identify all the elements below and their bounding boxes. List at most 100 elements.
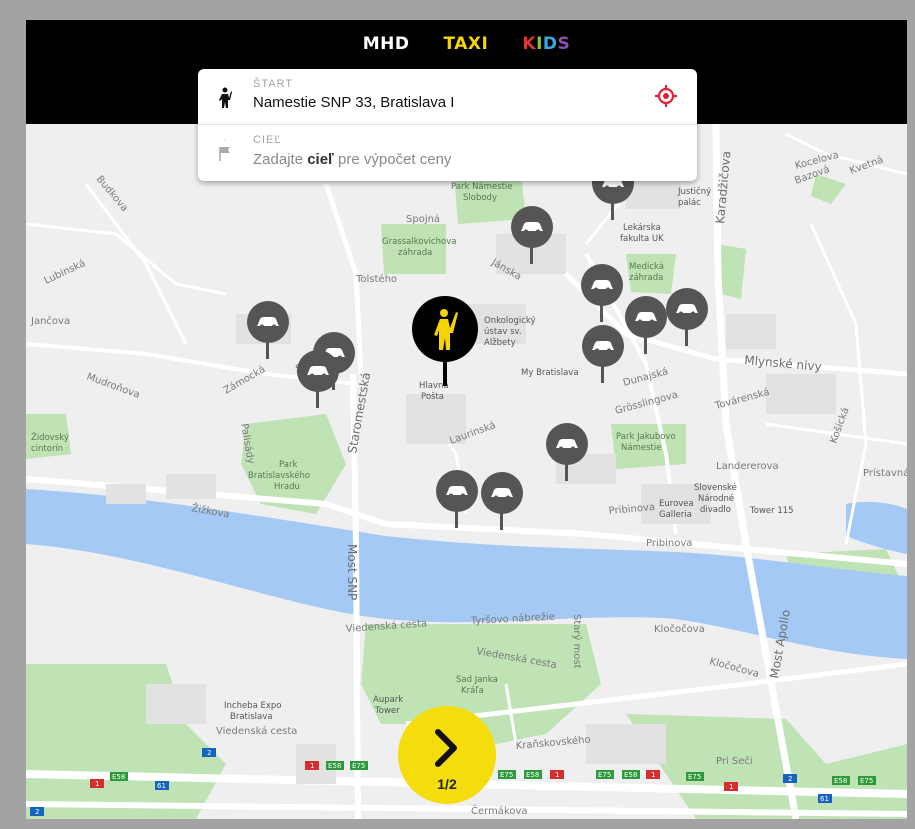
svg-text:2: 2 — [35, 808, 39, 816]
start-label: ŠTART — [253, 78, 294, 90]
taxi-marker-6[interactable] — [581, 264, 623, 322]
svg-text:fakulta UK: fakulta UK — [620, 234, 664, 244]
svg-text:Landererova: Landererova — [716, 461, 779, 472]
svg-text:Čermákova: Čermákova — [471, 804, 528, 817]
app-viewport: Budkova Lubinská Jančova Mudroňova Palis… — [26, 20, 907, 819]
tab-mhd[interactable]: MHD — [363, 34, 410, 54]
placeholder-text: Zadajte — [253, 151, 308, 168]
placeholder-text: pre výpočet ceny — [333, 151, 452, 168]
chevron-right-icon — [435, 729, 457, 767]
svg-text:Park Jakubovo: Park Jakubovo — [616, 432, 676, 442]
svg-text:Pošta: Pošta — [421, 391, 444, 402]
svg-text:1: 1 — [555, 771, 559, 779]
taxi-car-icon — [592, 341, 614, 353]
svg-text:Slobody: Slobody — [463, 193, 497, 203]
svg-text:1: 1 — [95, 780, 99, 788]
destination-placeholder: Zadajte cieľ pre výpočet ceny — [253, 151, 451, 168]
taxi-marker-8[interactable] — [666, 288, 708, 346]
svg-text:2: 2 — [788, 775, 792, 783]
svg-text:Námestie: Námestie — [621, 443, 661, 453]
svg-text:E75: E75 — [860, 777, 873, 785]
svg-text:E75: E75 — [500, 771, 513, 779]
taxi-marker-12[interactable] — [481, 472, 523, 530]
destination-label: CIEĽ — [253, 134, 282, 146]
taxi-car-icon — [676, 304, 698, 316]
svg-text:Incheba Expo: Incheba Expo — [224, 701, 282, 711]
tab-taxi[interactable]: TAXI — [444, 34, 489, 54]
route-card: ŠTART Namestie SNP 33, Bratislava I CIEĽ… — [198, 69, 697, 181]
svg-text:Prístavná: Prístavná — [863, 467, 907, 479]
svg-text:Eurovea: Eurovea — [659, 499, 694, 509]
svg-text:Pribinova: Pribinova — [646, 538, 692, 549]
svg-text:Aupark: Aupark — [373, 695, 403, 705]
start-value: Namestie SNP 33, Bratislava I — [253, 94, 455, 111]
start-field[interactable]: ŠTART Namestie SNP 33, Bratislava I — [198, 69, 697, 125]
taxi-marker-9[interactable] — [582, 325, 624, 383]
taxi-marker-11[interactable] — [436, 470, 478, 528]
kids-letter: D — [542, 34, 558, 54]
tab-kids[interactable]: KIDS — [522, 34, 570, 54]
svg-text:Onkologický: Onkologický — [484, 316, 536, 326]
taxi-car-icon — [446, 486, 468, 498]
page-indicator: 1/2 — [437, 776, 457, 792]
svg-text:Grassalkovichova: Grassalkovichova — [382, 237, 456, 247]
taxi-marker-7[interactable] — [625, 296, 667, 354]
taxi-car-icon — [521, 222, 543, 234]
placeholder-emphasis: cieľ — [307, 151, 334, 168]
svg-text:E75: E75 — [688, 773, 701, 781]
svg-text:Slovenské: Slovenské — [694, 482, 737, 493]
kids-letter: I — [536, 34, 543, 54]
locate-target-icon[interactable] — [653, 83, 679, 109]
svg-text:My Bratislava: My Bratislava — [521, 368, 579, 378]
destination-field[interactable]: CIEĽ Zadajte cieľ pre výpočet ceny — [198, 125, 697, 180]
taxi-marker-10[interactable] — [546, 423, 588, 481]
svg-text:1: 1 — [729, 783, 733, 791]
svg-text:záhrada: záhrada — [629, 273, 663, 283]
mode-switcher: MHD TAXI KIDS — [26, 34, 907, 54]
svg-text:Justičný: Justičný — [677, 186, 711, 197]
kids-letter: S — [557, 34, 571, 54]
taxi-marker-3[interactable] — [297, 350, 339, 408]
svg-text:2: 2 — [207, 749, 211, 757]
svg-text:1: 1 — [310, 762, 314, 770]
svg-text:Viedenská cesta: Viedenská cesta — [216, 725, 297, 737]
svg-text:Pri Seči: Pri Seči — [716, 755, 753, 767]
svg-text:cintorín: cintorín — [31, 444, 63, 454]
svg-text:divadlo: divadlo — [700, 505, 731, 515]
taxi-car-icon — [591, 280, 613, 292]
svg-text:Kráľa: Kráľa — [461, 686, 484, 696]
svg-text:Galleria: Galleria — [659, 510, 692, 520]
svg-text:Jančova: Jančova — [30, 315, 70, 327]
taxi-car-icon — [556, 439, 578, 451]
svg-text:Národné: Národné — [698, 493, 734, 504]
svg-text:61: 61 — [820, 795, 829, 803]
svg-text:Kločočova: Kločočova — [654, 623, 705, 635]
my-location-marker[interactable] — [412, 296, 478, 390]
svg-text:Bratislava: Bratislava — [230, 712, 272, 722]
taxi-marker-1[interactable] — [247, 301, 289, 359]
taxi-car-icon — [635, 312, 657, 324]
svg-text:Spojná: Spojná — [406, 213, 440, 225]
svg-text:1: 1 — [651, 771, 655, 779]
taxi-marker-4[interactable] — [511, 206, 553, 264]
next-page-button[interactable]: 1/2 — [398, 706, 496, 804]
svg-text:Most SNP: Most SNP — [345, 544, 359, 600]
taxi-car-icon — [307, 366, 329, 378]
svg-text:Hradu: Hradu — [274, 482, 300, 492]
svg-text:Židovský: Židovský — [31, 431, 69, 443]
flag-icon — [219, 139, 230, 161]
taxi-car-icon — [491, 488, 513, 500]
svg-text:61: 61 — [157, 782, 166, 790]
hailing-person-icon — [434, 309, 458, 350]
svg-text:E58: E58 — [834, 777, 847, 785]
svg-text:Lekárska: Lekárska — [623, 223, 661, 233]
svg-text:Sad Janka: Sad Janka — [456, 675, 498, 685]
svg-text:Medická: Medická — [629, 262, 664, 272]
taxi-car-icon — [257, 317, 279, 329]
svg-text:Tower: Tower — [374, 706, 400, 716]
svg-text:E58: E58 — [526, 771, 539, 779]
svg-text:Alžbety: Alžbety — [484, 338, 516, 348]
svg-text:záhrada: záhrada — [398, 248, 432, 258]
svg-text:Starý most: Starý most — [571, 614, 583, 669]
kids-letter: K — [522, 34, 537, 54]
